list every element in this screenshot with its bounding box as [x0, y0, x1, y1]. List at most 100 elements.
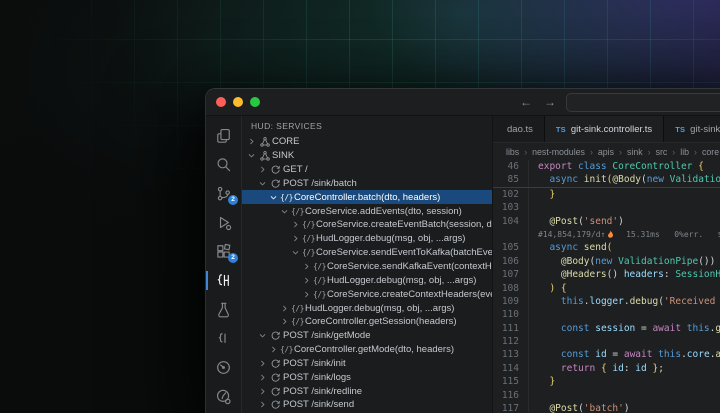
breadcrumb-item[interactable]: nest-modules: [532, 147, 585, 157]
tree-item[interactable]: {/} CoreController.getMode(dto, headers): [242, 343, 492, 357]
tree-item[interactable]: {/} HudLogger.debug(msg, obj, ...args): [242, 301, 492, 315]
chevron-right-icon[interactable]: [301, 290, 312, 299]
code-line: 107 @Headers() headers: SessionHeaders,: [493, 268, 720, 282]
chevron-right-icon[interactable]: [257, 359, 268, 368]
minimize-window-button[interactable]: [233, 97, 243, 107]
route-icon: [268, 358, 283, 369]
tree-item-label: HudLogger.debug(msg, obj, ...args): [327, 274, 477, 286]
activity-item-testing[interactable]: [206, 295, 241, 324]
tree-item[interactable]: POST /sink/send: [242, 398, 492, 412]
editor-tab[interactable]: TS git-sink.controller.ts: [544, 116, 665, 142]
chevron-right-icon[interactable]: [257, 400, 268, 409]
forward-arrow-icon[interactable]: →: [544, 96, 556, 108]
typescript-file-icon: TS: [675, 124, 686, 134]
tree-item[interactable]: {/} HudLogger.debug(msg, obj, ...args): [242, 273, 492, 287]
chevron-right-icon[interactable]: [290, 234, 301, 243]
code-line: 106 @Body(new ValidationPipe()) dto: Sen: [493, 254, 720, 269]
breadcrumb-item[interactable]: sink: [627, 147, 643, 157]
editor-tab[interactable]: TS git-sink.dto.: [664, 116, 720, 142]
tree-item[interactable]: POST /sink/batch: [242, 177, 492, 191]
testing-icon: [215, 301, 232, 318]
profiler-icon: [215, 388, 232, 405]
code-area[interactable]: 102 } 103 104 @Post('send') #14,854,179/d↑ …: [493, 187, 720, 413]
breadcrumb-item[interactable]: apis: [598, 147, 614, 157]
activity-item-hud-tools[interactable]: [206, 324, 241, 353]
code-line: 113 const id = await this.core.addEvent(: [493, 348, 720, 362]
tree-item[interactable]: POST /sink/logs: [242, 370, 492, 384]
chevron-right-icon[interactable]: [257, 373, 268, 382]
chevron-right-icon[interactable]: [301, 262, 312, 271]
zoom-window-button[interactable]: [250, 97, 260, 107]
line-number: 115: [501, 376, 519, 388]
code-line: 109 this.logger.debug('Received send req: [493, 294, 720, 309]
activity-item-run-debug[interactable]: [206, 208, 241, 237]
activity-item-timeline[interactable]: [206, 353, 241, 382]
line-number: 103: [501, 202, 519, 214]
tree-item-label: HudLogger.debug(msg, obj, ...args): [305, 302, 455, 314]
tree-item[interactable]: POST /sink/getMode: [242, 329, 492, 343]
tree-item[interactable]: GET /: [242, 163, 492, 177]
chevron-right-icon[interactable]: [246, 137, 257, 146]
tree-item-label: CoreService.sendKafkaEvent(contextHeader…: [327, 261, 492, 273]
chevron-down-icon[interactable]: [268, 193, 279, 202]
tree-item[interactable]: {/}CoreService.sendKafkaEvent(contextHea…: [242, 260, 492, 274]
tree-item[interactable]: {/} CoreController.getSession(headers): [242, 315, 492, 329]
chevron-right-icon[interactable]: [279, 317, 290, 326]
breadcrumb-separator: ›: [647, 146, 651, 157]
editor-pane: dao.ts TS git-sink.controller.ts TS git-sink…: [493, 116, 720, 413]
run-debug-icon: [215, 214, 232, 231]
chevron-right-icon[interactable]: [279, 304, 290, 313]
activity-item-profiler[interactable]: [206, 382, 241, 411]
tree-item-label: SINK: [272, 150, 295, 162]
tree-item[interactable]: {/} CoreService.createEventBatch(session,…: [242, 218, 492, 232]
tree-item[interactable]: {/} CoreService.sendEventToKafka(batchEve…: [242, 246, 492, 260]
chevron-right-icon[interactable]: [268, 345, 279, 354]
chevron-right-icon[interactable]: [301, 276, 312, 285]
code-line: 105 async send(: [493, 241, 720, 255]
tree-item[interactable]: {/} CoreService.createContextHeaders(even…: [242, 287, 492, 301]
tree-item-label: POST /sink/batch: [283, 177, 357, 189]
activity-item-source-control[interactable]: 2: [206, 179, 241, 208]
tree-item[interactable]: {/} CoreController.batch(dto, headers): [242, 190, 492, 205]
history-nav: ← →: [520, 96, 556, 108]
code-lens-line[interactable]: #14,854,179/d↑ 15.31ms 0%err. $0/y: [493, 227, 720, 242]
chevron-down-icon[interactable]: [290, 248, 301, 257]
code-text: async init(@Body(new ValidationPipe())): [528, 173, 720, 187]
code-line: 116: [493, 388, 720, 403]
tree-item[interactable]: POST /sink/redline: [242, 384, 492, 398]
chevron-right-icon[interactable]: [290, 220, 301, 229]
command-center-search[interactable]: [566, 92, 720, 112]
breadcrumb-item[interactable]: src: [656, 147, 668, 157]
code-text: }: [528, 375, 720, 389]
chevron-right-icon[interactable]: [257, 165, 268, 174]
editor-tab[interactable]: dao.ts: [493, 116, 545, 142]
code-line: 115 }: [493, 375, 720, 389]
tree-item[interactable]: CORE: [242, 135, 492, 149]
chevron-down-icon[interactable]: [257, 331, 268, 340]
close-window-button[interactable]: [216, 97, 226, 107]
breadcrumb-item[interactable]: libs: [506, 147, 519, 157]
route-icon: [268, 386, 283, 397]
activity-item-hud-services[interactable]: [206, 266, 241, 295]
code-text: }: [528, 187, 720, 202]
tree-item-label: POST /sink/send: [283, 399, 355, 411]
tree-item[interactable]: SINK: [242, 149, 492, 163]
tree-item[interactable]: POST /sink/init: [242, 357, 492, 371]
tree-item[interactable]: {/} HudLogger.debug(msg, obj, ...args): [242, 232, 492, 246]
activity-item-extensions[interactable]: 2: [206, 237, 241, 266]
activity-item-explorer[interactable]: [206, 121, 241, 150]
code-text: this.logger.debug('Received send req: [528, 294, 720, 309]
chevron-down-icon[interactable]: [246, 151, 257, 160]
tree-item[interactable]: {/} CoreService.addEvents(dto, session): [242, 204, 492, 218]
breadcrumb-item[interactable]: core: [702, 147, 719, 157]
line-number: 105: [501, 242, 519, 254]
back-arrow-icon[interactable]: ←: [520, 96, 532, 108]
breadcrumb-item[interactable]: lib: [680, 147, 689, 157]
code-line: 85 async init(@Body(new ValidationPipe()…: [493, 173, 720, 187]
code-line: 114 return { id: id };: [493, 361, 720, 376]
activity-item-search[interactable]: [206, 150, 241, 179]
chevron-down-icon[interactable]: [257, 179, 268, 188]
method-icon: {/}: [313, 262, 326, 272]
chevron-down-icon[interactable]: [279, 207, 290, 216]
chevron-right-icon[interactable]: [257, 387, 268, 396]
